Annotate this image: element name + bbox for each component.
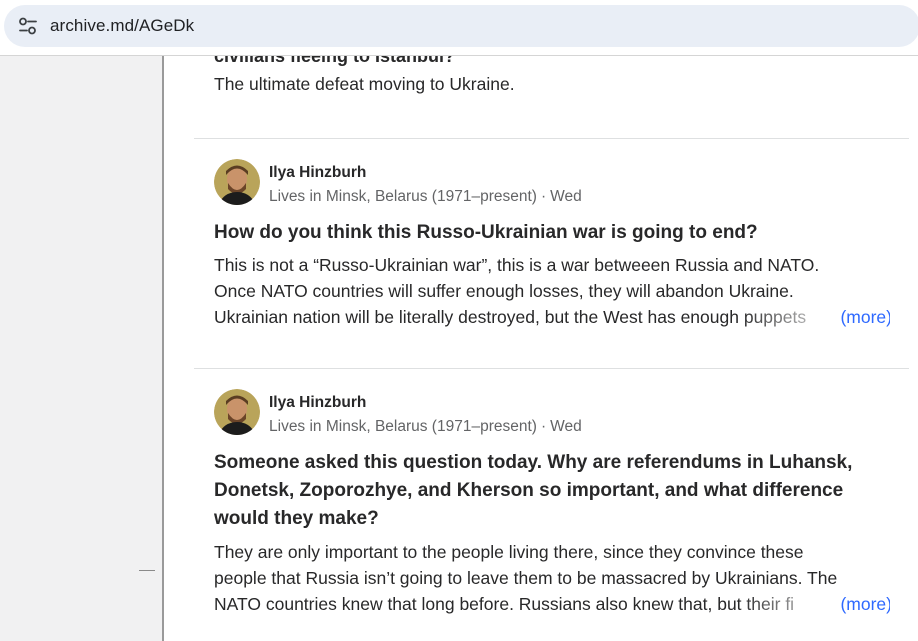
author-credential: Lives in Minsk, Belarus (1971–present) xyxy=(269,188,537,205)
gutter-dash xyxy=(139,570,155,571)
previous-answer-excerpt[interactable]: The ultimate defeat moving to Ukraine. xyxy=(214,74,515,95)
excerpt-line-faded: Ukrainian nation will be literally destr… xyxy=(214,307,807,327)
excerpt-line-last: NATO countries knew that long before. Ru… xyxy=(214,591,890,617)
question-title[interactable]: How do you think this Russo-Ukrainian wa… xyxy=(214,219,894,247)
browser-toolbar: archive.md/AGeDk xyxy=(0,0,918,56)
excerpt-line-last: Ukrainian nation will be literally destr… xyxy=(214,304,890,330)
more-link[interactable]: (more) xyxy=(838,304,890,330)
excerpt-line: Once NATO countries will suffer enough l… xyxy=(214,281,794,301)
question-line: would they make? xyxy=(214,508,379,529)
excerpt-line: people that Russia isn’t going to leave … xyxy=(214,568,838,588)
feed-divider xyxy=(194,368,909,369)
excerpt-line-faded: NATO countries knew that long before. Ru… xyxy=(214,594,795,614)
excerpt-line: This is not a “Russo-Ukrainian war”, thi… xyxy=(214,255,820,275)
author-meta: Lives in Minsk, Belarus (1971–present) · W… xyxy=(269,418,582,436)
previous-question-title[interactable]: civilians fleeing to Istanbul? xyxy=(214,56,455,67)
author-credential: Lives in Minsk, Belarus (1971–present) xyxy=(269,418,537,435)
meta-separator: · xyxy=(540,418,547,435)
left-gutter xyxy=(0,56,162,641)
author-avatar[interactable] xyxy=(214,389,260,435)
answer-card: Ilya Hinzburh Lives in Minsk, Belarus (1… xyxy=(214,159,904,330)
more-link[interactable]: (more) xyxy=(838,591,890,617)
answer-excerpt[interactable]: This is not a “Russo-Ukrainian war”, thi… xyxy=(214,252,890,330)
post-time[interactable]: Wed xyxy=(550,418,582,435)
question-title[interactable]: Someone asked this question today. Why a… xyxy=(214,449,894,533)
answer-excerpt[interactable]: They are only important to the people li… xyxy=(214,539,890,617)
post-time[interactable]: Wed xyxy=(550,188,582,205)
question-line: Donetsk, Zoporozhye, and Kherson so impo… xyxy=(214,480,844,501)
answer-feed: civilians fleeing to Istanbul? The ultim… xyxy=(164,56,918,641)
question-line: How do you think this Russo-Ukrainian wa… xyxy=(214,222,758,243)
address-bar[interactable]: archive.md/AGeDk xyxy=(4,5,918,47)
author-avatar[interactable] xyxy=(214,159,260,205)
tune-icon[interactable] xyxy=(18,17,38,35)
feed-divider xyxy=(194,138,909,139)
url-text[interactable]: archive.md/AGeDk xyxy=(50,16,194,36)
author-name[interactable]: Ilya Hinzburh xyxy=(269,164,366,182)
author-name[interactable]: Ilya Hinzburh xyxy=(269,394,366,412)
excerpt-line: They are only important to the people li… xyxy=(214,542,804,562)
author-meta: Lives in Minsk, Belarus (1971–present) · W… xyxy=(269,188,582,206)
meta-separator: · xyxy=(540,188,547,205)
answer-card: Ilya Hinzburh Lives in Minsk, Belarus (1… xyxy=(214,389,904,641)
question-line: Someone asked this question today. Why a… xyxy=(214,452,853,473)
